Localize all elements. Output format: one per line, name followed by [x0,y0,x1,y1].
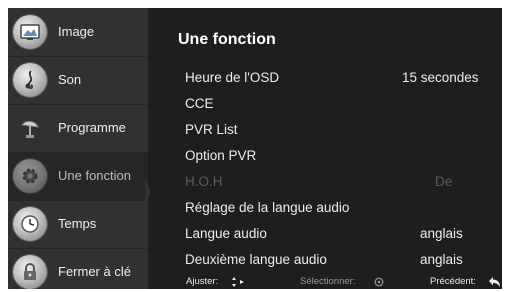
select-hint-label: Sélectionner: [300,276,356,287]
sidebar-item-une-fonction[interactable]: Une fonction [8,152,148,201]
osd-time-value: 15 secondes [402,70,479,85]
adjust-arrows-icon [232,277,244,287]
lock-icon [13,255,47,289]
music-note-icon [13,63,47,97]
menu-row-osd-time[interactable]: Heure de l'OSD [185,70,279,85]
second-audio-language-value: anglais [420,252,463,267]
image-icon [13,15,47,49]
menu-row-second-audio-language[interactable]: Deuxième langue audio [185,252,327,267]
sidebar-item-son[interactable]: Son [8,56,148,105]
adjust-hint-label: Ajuster: [186,276,219,287]
gear-icon [13,159,47,193]
clock-icon [13,207,47,241]
menu-row-hoh: H.O.H [185,174,223,189]
main-panel: Une fonction Heure de l'OSD 15 secondes … [148,8,502,289]
menu-row-pvr-option[interactable]: Option PVR [185,148,256,163]
sidebar-item-label: Une fonction [58,168,131,183]
audio-language-value: anglais [420,226,463,241]
menu-row-audio-language-settings[interactable]: Réglage de la langue audio [185,200,349,215]
back-hint-label: Précédent: [430,276,476,287]
sidebar-item-image[interactable]: Image [8,8,148,57]
sidebar-item-programme[interactable]: Programme [8,104,148,153]
menu-row-audio-language[interactable]: Langue audio [185,226,267,241]
satellite-dish-icon [13,111,47,145]
sidebar-menu: Image Son Programme Une fonction Temps F… [8,8,148,289]
ok-button-icon [374,277,384,287]
sidebar-item-label: Image [58,24,95,39]
menu-row-pvr-list[interactable]: PVR List [185,122,238,137]
menu-row-cce[interactable]: CCE [185,96,214,111]
sidebar-item-label: Fermer à clé [58,264,131,279]
return-arrow-icon [489,277,500,287]
hoh-value: De [435,174,453,189]
sidebar-item-temps[interactable]: Temps [8,200,148,249]
page-title: Une fonction [178,31,276,48]
footer-hints: Ajuster: Sélectionner: Précédent: [148,276,502,289]
sidebar-item-label: Son [58,72,82,87]
sidebar-item-label: Temps [58,216,97,231]
tv-menu-screen: Image Son Programme Une fonction Temps F… [8,8,502,289]
sidebar-item-fermer-a-cle[interactable]: Fermer à clé [8,248,148,289]
sidebar-item-label: Programme [58,120,126,135]
